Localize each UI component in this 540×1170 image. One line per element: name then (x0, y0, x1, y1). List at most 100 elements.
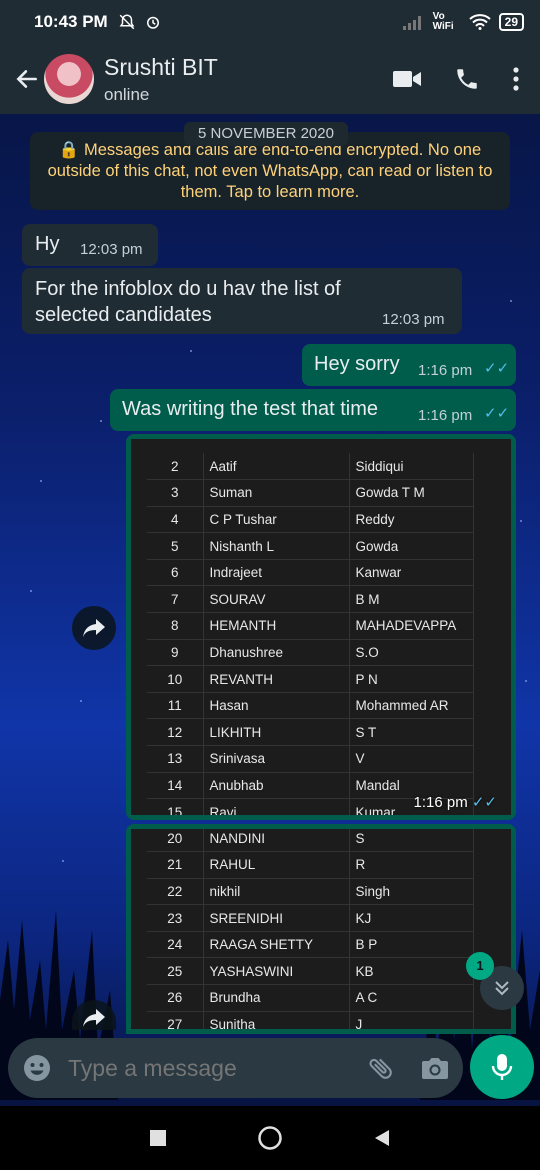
date-chip: 5 NOVEMBER 2020 (184, 122, 348, 146)
last-name: Gowda (349, 532, 474, 560)
first-name: HEMANTH (203, 612, 350, 640)
row-number: 3 (147, 479, 204, 507)
row-number: 24 (147, 931, 204, 959)
contact-name: Srushti BIT (104, 53, 218, 80)
last-name: A C (349, 984, 474, 1012)
row-number: 13 (147, 745, 204, 773)
row-number: 26 (147, 984, 204, 1012)
row-number: 6 (147, 559, 204, 587)
arrow-left-icon (16, 70, 37, 88)
first-name: RAHUL (203, 851, 350, 879)
alarm-icon (146, 16, 159, 29)
table-row: 23 SREENIDHI KJ (147, 904, 474, 932)
table-row: 6 Indrajeet Kanwar (147, 559, 474, 587)
table-row: 4C P Tushar Reddy (147, 506, 474, 534)
last-name: V (349, 745, 474, 773)
forward-icon (83, 1009, 105, 1027)
incoming-message[interactable]: Hy 12:03 pm (22, 224, 158, 266)
first-name: Dhanushree (203, 639, 350, 667)
candidate-table: 20 NANDINI S 21 RAHUL R 22 nikhil Singh 23 SREENID… (147, 829, 474, 1029)
first-name: Brundha (203, 984, 350, 1012)
image-message[interactable]: 2 Aatif Siddiqui 3 Suman Gowda T M4C P Tushar… (126, 434, 516, 820)
first-name: Srinivasa (203, 745, 350, 773)
video-call-icon[interactable] (392, 68, 422, 90)
table-row: 10 REVANTH P N (147, 665, 474, 693)
first-name: SOURAV (203, 585, 350, 614)
row-number: 14 (147, 772, 204, 800)
message-input[interactable] (68, 1054, 367, 1082)
last-name: R (349, 851, 474, 879)
status-bar: 10:43 PM Vo WiFi 29 (0, 0, 540, 44)
forward-button[interactable] (72, 606, 116, 650)
wifi-icon (468, 14, 491, 30)
microphone-icon (491, 1054, 513, 1080)
image-message[interactable]: 20 NANDINI S 21 RAHUL R 22 nikhil Singh 23 SREENID… (126, 824, 516, 1034)
table-row: 21 RAHUL R (147, 851, 474, 879)
more-options-icon[interactable] (512, 66, 520, 92)
first-name: SREENIDHI (203, 904, 350, 932)
row-number: 2 (147, 453, 204, 481)
first-name: Suman (203, 479, 350, 507)
camera-icon[interactable] (421, 1055, 449, 1081)
first-name: YASHASWINI (203, 957, 350, 986)
spreadsheet-image: 2 Aatif Siddiqui 3 Suman Gowda T M4C P Tushar… (131, 439, 511, 815)
battery-indicator: 29 (498, 13, 524, 31)
contact-status: online (104, 84, 150, 104)
paperclip-icon[interactable] (361, 1048, 401, 1088)
table-row: 3 Suman Gowda T M (147, 479, 474, 507)
last-name: B P (349, 931, 474, 959)
table-row: 5 Nishanth L Gowda (147, 532, 474, 560)
home-icon[interactable] (257, 1125, 283, 1151)
row-number: 21 (147, 851, 204, 879)
contact-info[interactable]: Srushti BIT online (104, 54, 218, 105)
row-number: 20 (147, 829, 204, 853)
last-name: Siddiqui (349, 453, 474, 481)
last-name: MAHADEVAPPA (349, 612, 474, 640)
first-name: nikhil (203, 878, 350, 906)
first-name: REVANTH (203, 665, 350, 693)
row-number: 11 (147, 692, 204, 720)
first-name: Indrajeet (203, 559, 350, 587)
incoming-message[interactable]: For the infoblox do u hav the list of se… (22, 268, 462, 334)
first-name: C P Tushar (203, 506, 350, 534)
last-name: S.O (349, 639, 474, 667)
row-number: 12 (147, 718, 204, 747)
vowifi-label: Vo WiFi (432, 11, 454, 32)
phone-call-icon[interactable] (454, 66, 480, 92)
status-time: 10:43 PM (34, 12, 108, 31)
table-row: 12 LIKHITH S T (147, 718, 474, 747)
last-name: KJ (349, 904, 474, 932)
emoji-icon[interactable] (22, 1053, 52, 1083)
message-text: Was writing the test that time (122, 398, 379, 420)
row-number: 4 (147, 506, 204, 534)
row-number: 9 (147, 639, 204, 667)
row-number: 15 (147, 798, 204, 815)
last-name: J (349, 1011, 474, 1029)
first-name: Ravi (203, 798, 350, 815)
last-name: Singh (349, 878, 474, 906)
last-name: Mohammed AR (349, 692, 474, 720)
outgoing-message[interactable]: Was writing the test that time 1:16 pm ✓… (110, 389, 516, 431)
chat-header: Srushti BIT online (0, 44, 540, 114)
message-text: For the infoblox do u hav the list of se… (35, 278, 341, 326)
row-number: 7 (147, 585, 204, 614)
read-ticks-icon: ✓✓ (484, 360, 510, 377)
recents-icon[interactable] (149, 1129, 167, 1147)
message-time: 12:03 pm (382, 311, 445, 328)
back-nav-icon[interactable] (373, 1129, 391, 1147)
forward-icon (83, 619, 105, 637)
table-row: 11 Hasan Mohammed AR (147, 692, 474, 720)
first-name: NANDINI (203, 829, 350, 853)
voice-message-button[interactable] (470, 1035, 534, 1099)
first-name: Sunitha (203, 1011, 350, 1029)
message-text: Hy (35, 233, 60, 255)
table-row: 7 SOURAV B M (147, 585, 474, 614)
outgoing-message[interactable]: Hey sorry 1:16 pm ✓✓ (302, 344, 516, 386)
row-number: 10 (147, 665, 204, 693)
table-row: 20 NANDINI S (147, 829, 474, 853)
first-name: Aatif (203, 453, 350, 481)
last-name: S (349, 829, 474, 853)
system-nav-bar (0, 1106, 540, 1170)
avatar[interactable] (44, 54, 94, 104)
back-button[interactable] (12, 64, 42, 94)
